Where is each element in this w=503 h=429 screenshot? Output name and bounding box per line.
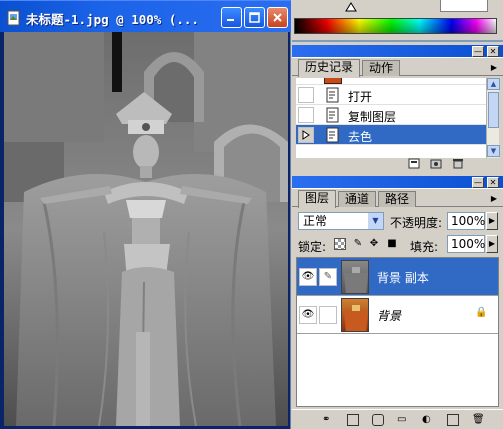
history-palette: — ✕ 历史记录 动作 ▶ 打开 复制图层 去色 ▲ ▼ bbox=[292, 45, 503, 170]
color-slider-marker-icon[interactable] bbox=[345, 2, 357, 12]
eye-icon[interactable]: 👁 bbox=[299, 268, 317, 286]
history-item-label: 去色 bbox=[348, 130, 373, 144]
document-window: 未标题-1.jpg @ 100% (... bbox=[0, 0, 291, 429]
palette-menu-icon[interactable]: ▶ bbox=[491, 194, 497, 203]
image-canvas[interactable] bbox=[4, 32, 288, 426]
color-ramp[interactable] bbox=[294, 18, 497, 34]
history-snapshot-row[interactable] bbox=[296, 78, 486, 85]
history-state-icon bbox=[326, 87, 339, 103]
minimize-button[interactable] bbox=[221, 7, 242, 28]
layers-tabbar: 图层 通道 路径 ▶ bbox=[292, 189, 503, 208]
history-current-state-icon bbox=[302, 130, 310, 140]
tab-history[interactable]: 历史记录 bbox=[298, 59, 361, 77]
color-value-field[interactable] bbox=[440, 0, 488, 12]
history-item[interactable]: 复制图层 bbox=[296, 105, 486, 125]
tab-layers[interactable]: 图层 bbox=[298, 190, 337, 208]
layers-list: 👁 ✎ 背景 副本 👁 背景 🔒 bbox=[296, 257, 499, 407]
layer-row-selected[interactable]: 👁 ✎ 背景 副本 bbox=[297, 258, 498, 296]
palette-minimize-button[interactable]: — bbox=[472, 46, 484, 57]
fill-label: 填充: bbox=[410, 240, 439, 254]
lock-position-move-icon[interactable]: ✥ bbox=[368, 238, 380, 250]
delete-state-icon[interactable] bbox=[452, 158, 464, 170]
fill-field[interactable]: 100% bbox=[447, 235, 485, 253]
layers-palette: — ✕ 图层 通道 路径 ▶ 正常 ▼ 不透明度: 100% ▶ 锁定: ✎ ✥… bbox=[292, 176, 503, 429]
fill-slider-arrow-icon[interactable]: ▶ bbox=[486, 235, 498, 253]
palette-minimize-button[interactable]: — bbox=[472, 177, 484, 188]
maximize-button[interactable] bbox=[244, 7, 265, 28]
history-brush-source-box[interactable] bbox=[298, 107, 314, 123]
lock-image-brush-icon[interactable]: ✎ bbox=[352, 238, 364, 250]
layer-row[interactable]: 👁 背景 🔒 bbox=[297, 296, 498, 334]
minimize-icon bbox=[227, 19, 234, 21]
layer-name: 背景 副本 bbox=[377, 271, 429, 285]
brush-icon[interactable]: ✎ bbox=[319, 268, 337, 286]
layer-link-slot[interactable] bbox=[319, 306, 337, 324]
adjustment-layer-icon[interactable]: ◐ bbox=[422, 414, 434, 426]
blend-mode-select[interactable]: 正常 ▼ bbox=[298, 212, 384, 230]
palette-close-button[interactable]: ✕ bbox=[487, 46, 499, 57]
layers-palette-titlebar[interactable]: — ✕ bbox=[292, 176, 503, 189]
history-bottom-toolbar bbox=[292, 158, 503, 170]
palette-close-button[interactable]: ✕ bbox=[487, 177, 499, 188]
layer-thumbnail bbox=[341, 260, 369, 294]
scroll-thumb[interactable] bbox=[488, 92, 499, 128]
layers-controls: 正常 ▼ 不透明度: 100% ▶ 锁定: ✎ ✥ ■ 填充: 100% ▶ bbox=[292, 208, 503, 256]
color-panel bbox=[292, 0, 503, 42]
maximize-icon bbox=[249, 12, 260, 23]
history-palette-titlebar[interactable]: — ✕ bbox=[292, 45, 503, 58]
document-title: 未标题-1.jpg @ 100% (... bbox=[26, 12, 199, 27]
tab-paths[interactable]: 路径 bbox=[378, 191, 417, 207]
add-mask-icon[interactable] bbox=[372, 414, 384, 426]
chevron-down-icon[interactable]: ▼ bbox=[368, 213, 383, 229]
scroll-up-icon[interactable]: ▲ bbox=[487, 78, 500, 90]
layer-thumbnail bbox=[341, 298, 369, 332]
layers-bottom-toolbar: ⚭ ▭ ◐ 🗑 bbox=[292, 409, 503, 429]
history-scrollbar[interactable]: ▲ ▼ bbox=[486, 78, 500, 158]
lock-icon: 🔒 bbox=[475, 307, 488, 318]
history-brush-source-box[interactable] bbox=[298, 87, 314, 103]
document-titlebar[interactable]: 未标题-1.jpg @ 100% (... bbox=[0, 0, 291, 32]
tab-channels[interactable]: 通道 bbox=[338, 191, 377, 207]
eye-icon[interactable]: 👁 bbox=[299, 306, 317, 324]
link-layers-icon[interactable]: ⚭ bbox=[322, 414, 334, 426]
opacity-slider-arrow-icon[interactable]: ▶ bbox=[486, 212, 498, 230]
history-item-selected[interactable]: 去色 bbox=[296, 125, 486, 145]
new-layer-icon[interactable] bbox=[447, 414, 459, 426]
close-icon bbox=[273, 13, 282, 22]
history-item-label: 打开 bbox=[348, 90, 373, 104]
history-tabbar: 历史记录 动作 ▶ bbox=[292, 58, 503, 77]
opacity-field[interactable]: 100% bbox=[447, 212, 485, 230]
photoshop-document-icon bbox=[7, 10, 20, 26]
opacity-label: 不透明度: bbox=[390, 216, 443, 230]
grayscale-dancer-photo bbox=[4, 32, 288, 426]
new-snapshot-icon[interactable] bbox=[430, 158, 442, 170]
history-item[interactable]: 打开 bbox=[296, 85, 486, 105]
history-state-icon bbox=[326, 107, 339, 123]
palette-menu-icon[interactable]: ▶ bbox=[491, 63, 497, 72]
lock-all-icon[interactable]: ■ bbox=[386, 238, 398, 250]
layer-name: 背景 bbox=[377, 309, 402, 323]
new-document-from-state-icon[interactable] bbox=[408, 158, 420, 170]
history-brush-source-box[interactable] bbox=[298, 127, 314, 143]
lock-transparency-icon[interactable] bbox=[334, 238, 346, 250]
history-list: 打开 复制图层 去色 bbox=[296, 78, 486, 158]
new-group-folder-icon[interactable]: ▭ bbox=[397, 414, 409, 426]
delete-layer-icon[interactable]: 🗑 bbox=[472, 414, 485, 426]
blend-mode-value: 正常 bbox=[303, 214, 328, 228]
snapshot-thumbnail bbox=[324, 78, 342, 84]
lock-label: 锁定: bbox=[298, 240, 327, 254]
scroll-down-icon[interactable]: ▼ bbox=[487, 145, 500, 157]
history-state-icon bbox=[326, 127, 339, 143]
layer-style-icon[interactable] bbox=[347, 414, 359, 426]
tab-actions[interactable]: 动作 bbox=[362, 60, 401, 76]
history-item-label: 复制图层 bbox=[348, 110, 397, 124]
close-button[interactable] bbox=[267, 7, 288, 28]
